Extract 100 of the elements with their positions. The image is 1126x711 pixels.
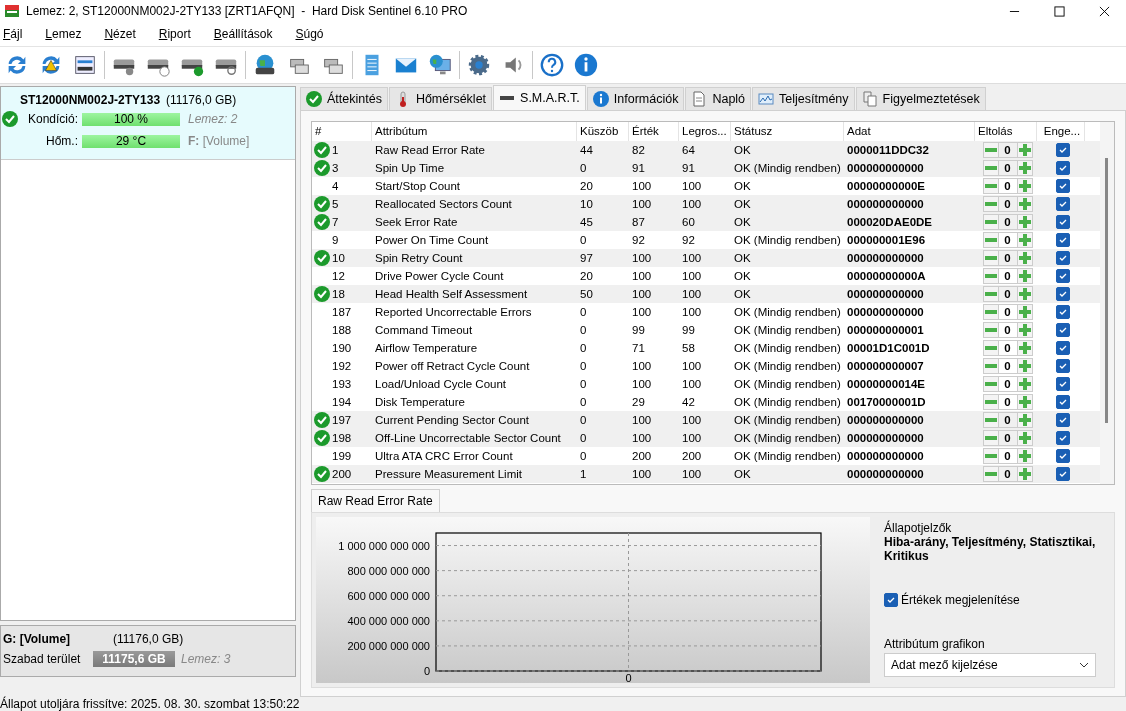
checkbox[interactable] (1055, 251, 1070, 265)
checkbox[interactable] (1055, 395, 1070, 409)
plus-icon[interactable] (1016, 142, 1033, 158)
table-cell-text: 000000000000 (846, 288, 925, 300)
checkbox[interactable] (1055, 197, 1070, 211)
table-cell: 187 (332, 306, 352, 318)
checkbox[interactable] (1055, 323, 1070, 337)
checkbox[interactable] (1055, 233, 1070, 247)
volume-card[interactable]: G: [Volume] (11176,0 GB) Szabad terület 11175,6 GB Lemez: 3 (0, 625, 296, 677)
plus-icon[interactable] (1016, 178, 1033, 194)
plus-icon[interactable] (1016, 250, 1033, 266)
menu-item[interactable]: Lemez (42, 27, 92, 41)
minus-icon[interactable] (982, 466, 999, 482)
minus-icon[interactable] (982, 178, 999, 194)
tab[interactable]: Hőmérséklet (388, 87, 493, 110)
checkbox[interactable] (1055, 269, 1070, 283)
checkbox-label: Értékek megjelenítése (901, 593, 1020, 607)
plus-icon[interactable] (1016, 214, 1033, 230)
table-cell: 198 (332, 432, 352, 444)
minus-icon[interactable] (982, 376, 999, 392)
tab[interactable]: S.M.A.R.T. (493, 85, 586, 110)
tab[interactable]: Raw Read Error Rate (311, 489, 440, 512)
table-cell: 200 (332, 468, 352, 480)
graph-dropdown[interactable]: Adat mező kijelzése (884, 653, 1096, 677)
checkbox[interactable] (1055, 143, 1070, 157)
minus-icon[interactable] (982, 196, 999, 212)
table-cell-text: 87 (631, 216, 646, 228)
minus-icon[interactable] (982, 142, 999, 158)
help-icon[interactable] (539, 52, 565, 78)
plus-icon[interactable] (1016, 412, 1033, 428)
checkbox[interactable] (1055, 413, 1070, 427)
checkbox[interactable] (1055, 449, 1070, 463)
tab[interactable]: Figyelmeztetések (855, 87, 986, 110)
plus-icon[interactable] (1016, 160, 1033, 176)
plus-icon[interactable] (1016, 304, 1033, 320)
minus-icon[interactable] (982, 412, 999, 428)
plus-icon[interactable] (1016, 268, 1033, 284)
table-cell-text: 91 (681, 162, 696, 174)
table-cell-text: 100 (631, 360, 653, 372)
checkbox[interactable] (1055, 161, 1070, 175)
minus-icon[interactable] (982, 394, 999, 410)
tab[interactable]: Napló (685, 87, 752, 110)
minus-icon[interactable] (982, 358, 999, 374)
chart-icon (758, 91, 775, 107)
plus-icon[interactable] (1016, 430, 1033, 446)
minus-icon[interactable] (982, 430, 999, 446)
plus-icon[interactable] (1016, 232, 1033, 248)
minus-icon[interactable] (982, 232, 999, 248)
maximize-icon[interactable] (1054, 5, 1065, 17)
plus-icon[interactable] (1016, 448, 1033, 464)
checkbox[interactable] (1055, 377, 1070, 391)
plus-icon[interactable] (1016, 196, 1033, 212)
menu-item[interactable]: Riport (155, 27, 201, 41)
tab[interactable]: Teljesítmény (752, 87, 855, 110)
minus-icon[interactable] (982, 448, 999, 464)
checkbox[interactable] (1055, 359, 1070, 373)
menu-item[interactable]: Súgó (292, 27, 334, 41)
scrollbar[interactable] (1100, 122, 1114, 484)
minus-icon[interactable] (982, 304, 999, 320)
plus-icon[interactable] (1016, 466, 1033, 482)
checkbox[interactable] (1055, 215, 1070, 229)
table-cell-text: 100 (631, 198, 653, 210)
minus-icon[interactable] (982, 340, 999, 356)
offset-value: 0 (998, 232, 1017, 248)
menu-item[interactable]: Nézet (101, 27, 146, 41)
table-cell-text: 29 (631, 396, 646, 408)
checkbox[interactable] (1055, 305, 1070, 319)
minus-icon[interactable] (982, 250, 999, 266)
plus-icon[interactable] (1016, 340, 1033, 356)
checkbox[interactable] (1055, 341, 1070, 355)
table-cell-text: 0 (579, 378, 588, 390)
minus-icon[interactable] (982, 268, 999, 284)
disk-card[interactable]: ST12000NM002J-2TY133 (11176,0 GB) Kondíció: 100 % Lemez: 2 Hőm.: 29 °C F: [Volume] (1, 87, 295, 160)
minus-icon[interactable] (982, 286, 999, 302)
checkbox[interactable] (1055, 431, 1070, 445)
minus-icon[interactable] (982, 160, 999, 176)
plus-icon[interactable] (1016, 394, 1033, 410)
checkbox[interactable] (1055, 287, 1070, 301)
gear-icon[interactable] (466, 52, 492, 78)
plus-icon[interactable] (1016, 322, 1033, 338)
menu-item[interactable]: Fájl (0, 27, 33, 41)
close-icon[interactable] (1099, 5, 1110, 17)
table-cell-text: 100 (681, 270, 703, 282)
menu-item[interactable]: Beállítások (210, 27, 283, 41)
minus-icon[interactable] (982, 322, 999, 338)
checkbox[interactable] (884, 593, 898, 607)
offset-value: 0 (998, 178, 1017, 194)
minus-icon[interactable] (982, 214, 999, 230)
tab[interactable]: Információk (586, 87, 685, 110)
checkbox[interactable] (1055, 179, 1070, 193)
table-cell-text: 1 (579, 468, 588, 480)
volume-size: (11176,0 GB) (113, 632, 184, 646)
checkbox[interactable] (1055, 467, 1070, 481)
tab[interactable]: Áttekintés (300, 87, 388, 110)
plus-icon[interactable] (1016, 286, 1033, 302)
info-icon[interactable] (573, 52, 599, 78)
table-cell-text: OK (Mindig rendben) (733, 432, 842, 444)
table-cell-text: 0 (579, 324, 588, 336)
plus-icon[interactable] (1016, 358, 1033, 374)
plus-icon[interactable] (1016, 376, 1033, 392)
